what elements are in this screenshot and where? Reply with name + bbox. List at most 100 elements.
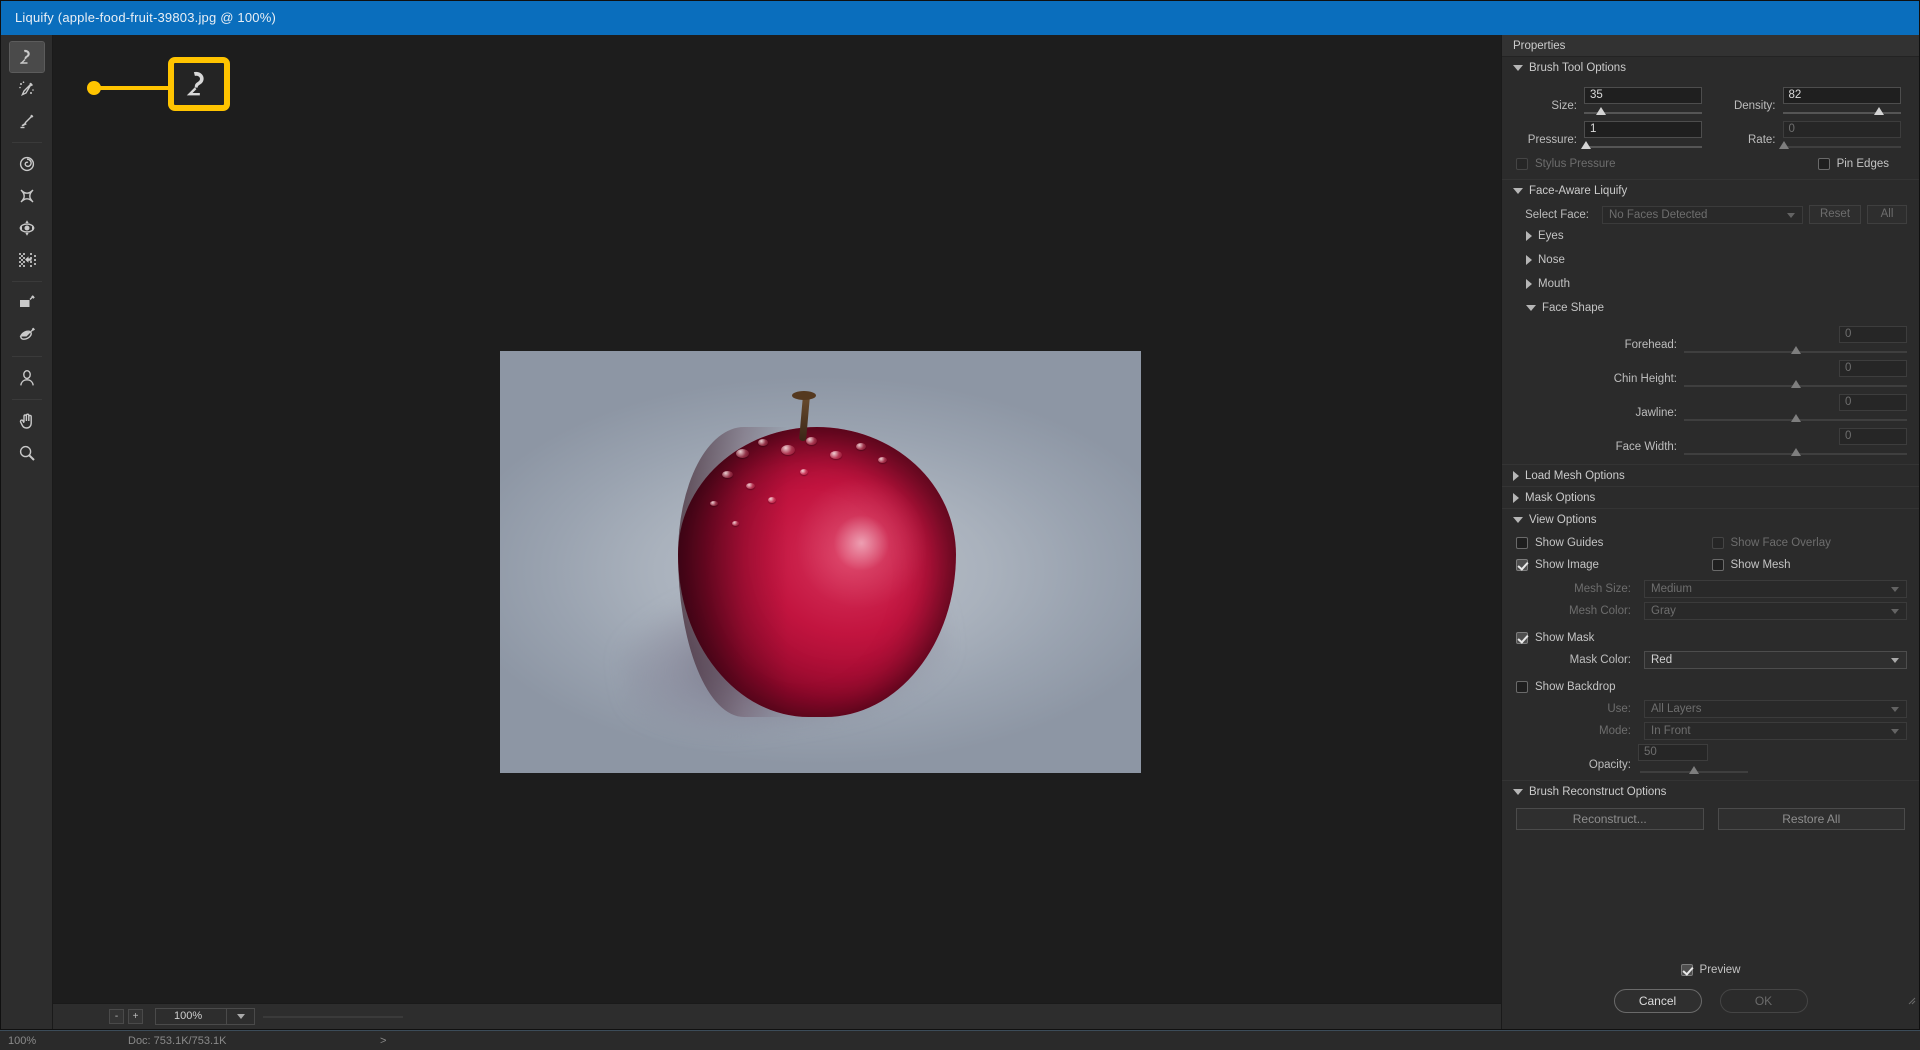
select-face-dropdown[interactable]: No Faces Detected: [1602, 205, 1803, 224]
triangle-right-icon: [1526, 279, 1532, 289]
show-mesh-row[interactable]: Show Mesh: [1711, 554, 1908, 576]
show-image-row[interactable]: Show Image: [1516, 554, 1712, 576]
forehead-slider[interactable]: [1684, 346, 1907, 356]
stylus-pressure-checkbox[interactable]: [1516, 158, 1528, 170]
brush-rate-slider[interactable]: [1778, 141, 1901, 151]
show-face-overlay-row[interactable]: Show Face Overlay: [1711, 532, 1908, 554]
section-label: Brush Reconstruct Options: [1529, 785, 1667, 798]
backdrop-use-value: All Layers: [1651, 703, 1702, 715]
brush-pressure-input[interactable]: 1: [1584, 121, 1702, 138]
brush-size-label: Size:: [1551, 100, 1577, 112]
canvas-scroll-track[interactable]: [263, 1015, 403, 1018]
subsection-mouth[interactable]: Mouth: [1502, 272, 1919, 296]
tool-smooth[interactable]: [10, 106, 44, 136]
triangle-down-icon: [1513, 788, 1523, 795]
tool-face[interactable]: [10, 363, 44, 393]
zoom-level-value[interactable]: 100%: [155, 1008, 227, 1025]
show-backdrop-row[interactable]: Show Backdrop: [1516, 676, 1907, 698]
backdrop-mode-dropdown[interactable]: In Front: [1644, 722, 1907, 740]
tool-reconstruct[interactable]: [10, 74, 44, 104]
subsection-label: Nose: [1538, 254, 1565, 266]
tool-freeze-mask[interactable]: [10, 288, 44, 318]
section-load-mesh-options[interactable]: Load Mesh Options: [1502, 464, 1919, 486]
brush-size-input[interactable]: 35: [1584, 87, 1702, 104]
brush-rate-label: Rate:: [1748, 134, 1776, 146]
mesh-color-dropdown[interactable]: Gray: [1644, 602, 1907, 620]
section-face-aware-liquify[interactable]: Face-Aware Liquify: [1502, 179, 1919, 201]
preview-label: Preview: [1699, 964, 1741, 976]
zoom-dropdown-chevron-down-icon[interactable]: [227, 1008, 255, 1025]
tool-push-left[interactable]: [10, 245, 44, 275]
face-width-label: Face Width:: [1615, 441, 1677, 453]
preview-row[interactable]: Preview: [1502, 957, 1919, 983]
section-brush-tool-options[interactable]: Brush Tool Options: [1502, 57, 1919, 79]
callout-anchor-dot: [87, 81, 101, 95]
chin-height-input[interactable]: 0: [1839, 360, 1907, 377]
apple-stem-top: [792, 391, 816, 400]
show-mask-row[interactable]: Show Mask: [1516, 627, 1907, 649]
pin-edges-checkbox[interactable]: [1817, 158, 1830, 170]
reconstruct-button[interactable]: Reconstruct...: [1516, 808, 1704, 830]
subsection-nose[interactable]: Nose: [1502, 248, 1919, 272]
show-guides-label: Show Guides: [1535, 537, 1604, 549]
show-mesh-label: Show Mesh: [1730, 559, 1791, 571]
section-view-options[interactable]: View Options: [1502, 508, 1919, 530]
show-guides-checkbox[interactable]: [1516, 537, 1528, 549]
mesh-color-value: Gray: [1651, 605, 1676, 617]
triangle-down-icon: [1526, 305, 1536, 311]
stylus-pressure-checkbox-row[interactable]: Stylus Pressure: [1516, 153, 1711, 175]
ok-button[interactable]: OK: [1719, 989, 1808, 1013]
face-all-button[interactable]: All: [1867, 205, 1907, 224]
mask-color-dropdown[interactable]: Red: [1644, 651, 1907, 669]
face-reset-button[interactable]: Reset: [1809, 205, 1861, 224]
zoom-out-button[interactable]: -: [109, 1009, 124, 1024]
view-options-body: Show Guides Show Image Show Face Overlay…: [1502, 530, 1919, 780]
brush-rate-input[interactable]: 0: [1782, 121, 1901, 138]
chin-height-slider[interactable]: [1684, 380, 1907, 390]
restore-all-button[interactable]: Restore All: [1717, 808, 1905, 830]
show-backdrop-checkbox[interactable]: [1516, 681, 1528, 693]
backdrop-use-dropdown[interactable]: All Layers: [1644, 700, 1907, 718]
resize-grip-icon[interactable]: [1906, 995, 1916, 1005]
section-brush-reconstruct-options[interactable]: Brush Reconstruct Options: [1502, 780, 1919, 802]
section-label: Mask Options: [1525, 491, 1596, 504]
face-shape-sliders: Forehead: 0 Chin Height: 0 Jawline: 0 Fa…: [1502, 320, 1919, 464]
backdrop-opacity-slider[interactable]: [1640, 766, 1748, 776]
subsection-face-shape[interactable]: Face Shape: [1502, 296, 1919, 320]
liquify-canvas-area[interactable]: - + 100%: [53, 35, 1501, 1029]
face-width-input[interactable]: 0: [1839, 428, 1907, 445]
tool-pucker[interactable]: [10, 181, 44, 211]
jawline-slider[interactable]: [1684, 414, 1907, 424]
chin-height-label: Chin Height:: [1613, 373, 1677, 385]
brush-size-slider[interactable]: [1584, 107, 1702, 117]
tool-thaw-mask[interactable]: [10, 320, 44, 350]
backdrop-opacity-input[interactable]: 50: [1638, 744, 1708, 761]
show-guides-row[interactable]: Show Guides: [1516, 532, 1712, 554]
mesh-size-label: Mesh Size:: [1574, 583, 1631, 595]
brush-density-slider[interactable]: [1782, 107, 1901, 117]
pin-edges-checkbox-row[interactable]: Pin Edges: [1817, 153, 1889, 175]
preview-checkbox[interactable]: [1680, 964, 1693, 976]
cancel-button[interactable]: Cancel: [1613, 989, 1702, 1013]
pin-edges-label: Pin Edges: [1836, 158, 1889, 170]
forehead-input[interactable]: 0: [1839, 326, 1907, 343]
jawline-input[interactable]: 0: [1839, 394, 1907, 411]
zoom-in-button[interactable]: +: [128, 1009, 143, 1024]
brush-pressure-slider[interactable]: [1581, 141, 1702, 151]
tool-forward-warp[interactable]: [8, 41, 45, 73]
brush-density-input[interactable]: 82: [1782, 87, 1901, 104]
subsection-eyes[interactable]: Eyes: [1502, 224, 1919, 248]
brush-size-row: Size: 35: [1514, 83, 1711, 117]
tool-twirl-clockwise[interactable]: [10, 149, 44, 179]
tool-bloat[interactable]: [10, 213, 44, 243]
mesh-size-dropdown[interactable]: Medium: [1644, 580, 1907, 598]
tool-zoom[interactable]: [10, 438, 44, 468]
show-image-checkbox[interactable]: [1516, 559, 1528, 571]
section-mask-options[interactable]: Mask Options: [1502, 486, 1919, 508]
show-mesh-checkbox[interactable]: [1711, 559, 1724, 571]
tool-hand[interactable]: [10, 406, 44, 436]
show-mask-checkbox[interactable]: [1516, 632, 1528, 644]
face-width-slider[interactable]: [1684, 448, 1907, 458]
show-face-overlay-checkbox[interactable]: [1711, 537, 1724, 549]
brush-density-label: Density:: [1733, 100, 1776, 112]
